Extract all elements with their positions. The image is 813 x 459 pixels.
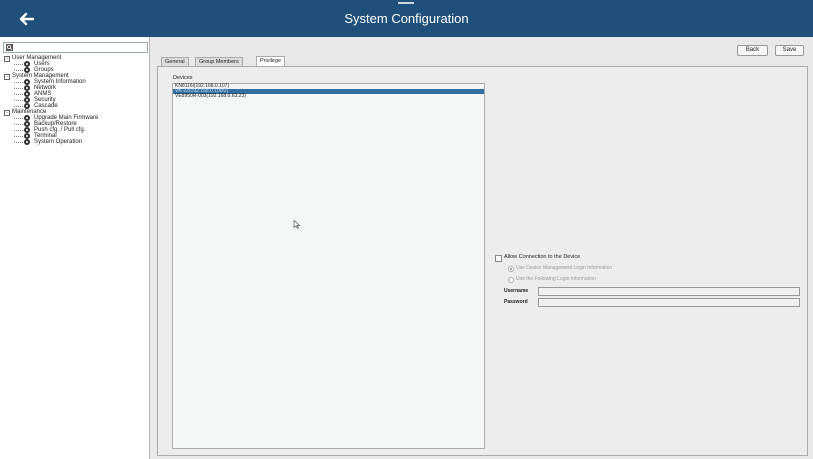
allow-connection-checkbox[interactable] <box>495 255 502 262</box>
devices-label: Devices <box>173 75 193 81</box>
use-device-login-label: Use Device Management Login Information <box>516 265 613 271</box>
device-item[interactable]: VE8950R-003(192.168.0.63.23) <box>173 94 484 99</box>
tree-connector <box>14 100 23 101</box>
tree-connector <box>14 64 23 65</box>
username-label: Username <box>504 288 529 294</box>
tree-connector <box>14 94 23 95</box>
main-area: Back Save General Group Members Privileg… <box>156 44 808 456</box>
device-list[interactable]: KN8116i(192.168.0.107) VK-22(192.168.0.1… <box>172 83 485 449</box>
page-title: System Configuration <box>344 11 469 26</box>
search-input[interactable] <box>3 42 148 53</box>
mouse-cursor-icon <box>293 219 301 229</box>
back-button[interactable]: Back <box>737 45 768 56</box>
use-following-login-radio[interactable] <box>508 277 514 283</box>
tree-connector <box>14 124 23 125</box>
save-button[interactable]: Save <box>775 45 804 56</box>
username-field[interactable] <box>538 287 800 296</box>
sidebar: − User Management Users Groups − System … <box>0 37 150 459</box>
navigation-tree: − User Management Users Groups − System … <box>4 55 146 145</box>
tree-connector <box>14 142 23 143</box>
use-device-login-radio[interactable] <box>508 266 514 272</box>
search-icon <box>6 44 13 51</box>
tree-connector <box>14 88 23 89</box>
use-following-login-label: Use the Following Login Information <box>516 276 596 282</box>
password-field[interactable] <box>538 298 800 307</box>
tab-general[interactable]: General <box>161 57 189 66</box>
tree-node-icon <box>24 139 30 145</box>
tab-group-members[interactable]: Group Members <box>195 57 243 66</box>
tree-item-label: System Operation <box>34 139 83 145</box>
tree-connector <box>14 82 23 83</box>
tree-connector <box>14 118 23 119</box>
password-label: Password <box>504 299 528 305</box>
tree-connector <box>14 70 23 71</box>
tree-connector <box>14 136 23 137</box>
tab-privilege[interactable]: Privilege <box>256 56 286 66</box>
top-bar: System Configuration <box>0 0 813 37</box>
tree-connector <box>14 130 23 131</box>
tree-item-system-operation[interactable]: System Operation <box>4 139 146 145</box>
allow-connection-label: Allow Connection to the Device <box>504 254 581 260</box>
tree-connector <box>14 106 23 107</box>
privilege-panel: Devices KN8116i(192.168.0.107) VK-22(192… <box>157 66 808 456</box>
